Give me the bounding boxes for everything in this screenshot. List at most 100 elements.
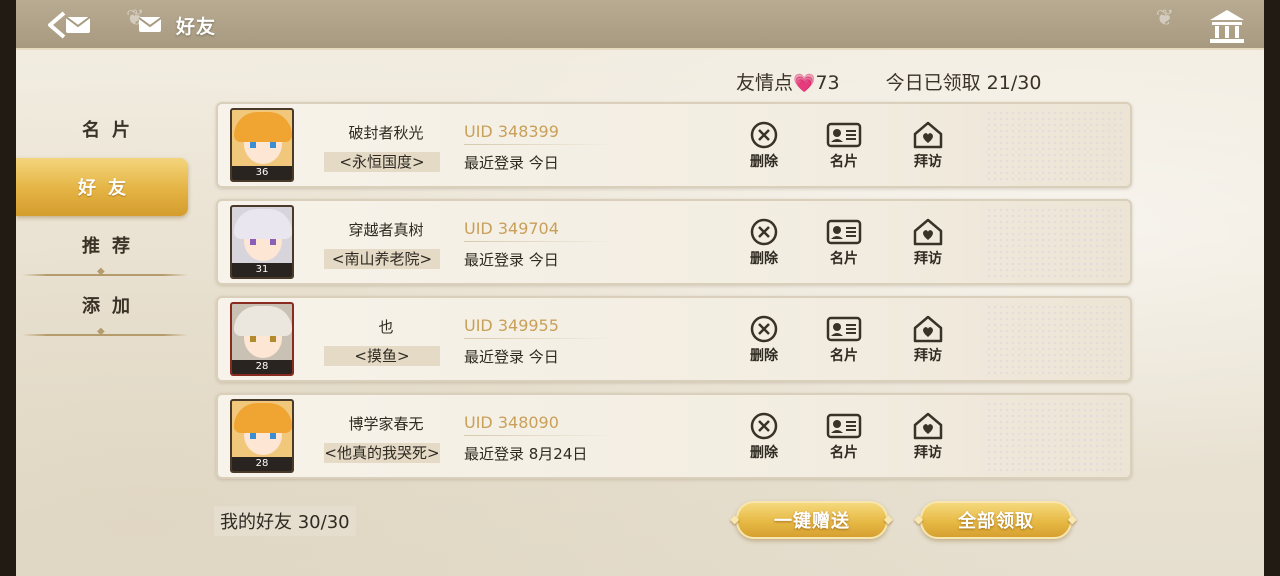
friend-uid: UID 348090 (464, 413, 559, 432)
heart-icon: 💗 (793, 73, 816, 94)
level-badge: 31 (232, 263, 292, 277)
home-heart-icon (913, 121, 943, 149)
level-badge: 36 (232, 166, 292, 180)
card-button[interactable]: 名片 (822, 314, 866, 365)
delete-button[interactable]: 删除 (742, 217, 786, 268)
friendship-status: 友情点💗73 今日已领取 21/30 (736, 68, 1041, 95)
avatar-eyes (250, 239, 276, 245)
visit-button[interactable]: 拜访 (906, 314, 950, 365)
avatar-hair (234, 306, 292, 336)
delete-button[interactable]: 删除 (742, 120, 786, 171)
avatar-eyes (250, 433, 276, 439)
sidebar-item-add[interactable]: 添加 (16, 276, 196, 334)
home-heart-icon (913, 412, 943, 440)
visit-button[interactable]: 拜访 (906, 217, 950, 268)
claim-all-button[interactable]: 全部领取 (914, 501, 1078, 539)
send-all-button[interactable]: 一键赠送 (730, 501, 894, 539)
back-button[interactable] (44, 8, 96, 42)
back-arrow-icon (48, 11, 91, 39)
friend-uid: UID 349955 (464, 316, 559, 335)
divider (464, 338, 616, 339)
mail-icon (138, 17, 162, 32)
ornament-icon: ❦ (1155, 6, 1174, 31)
sidebar: 名片 好友 推荐 添加 (16, 100, 196, 337)
visit-label: 拜访 (914, 445, 942, 461)
close-circle-icon (750, 412, 778, 440)
id-card-icon (826, 316, 862, 342)
avatar-eyes (250, 336, 276, 342)
friend-name: 穿越者真树 (348, 221, 424, 239)
id-card-icon (826, 219, 862, 245)
card-button[interactable]: 名片 (822, 120, 866, 171)
top-bar: ❦ ❦ 好友 (16, 0, 1264, 50)
divider (22, 326, 188, 337)
home-button[interactable] (1206, 8, 1248, 44)
friend-name: 破封者秋光 (348, 124, 424, 142)
avatar[interactable]: 31 (230, 205, 294, 279)
avatar-hair (234, 209, 292, 239)
guild-name: <他真的我哭死> (324, 443, 440, 463)
page-title: 好友 (176, 16, 217, 38)
divider (464, 144, 616, 145)
level-badge: 28 (232, 457, 292, 471)
delete-label: 删除 (750, 251, 778, 267)
card-button[interactable]: 名片 (822, 217, 866, 268)
delete-label: 删除 (750, 154, 778, 170)
close-circle-icon (750, 121, 778, 149)
close-circle-icon (750, 315, 778, 343)
last-login: 最近登录 今日 (464, 251, 559, 269)
delete-button[interactable]: 删除 (742, 411, 786, 462)
list-item: 31 穿越者真树 <南山养老院> UID 349704 最近登录 今日 删除 名… (216, 199, 1132, 285)
delete-label: 删除 (750, 445, 778, 461)
guild-name: <永恒国度> (324, 152, 440, 172)
home-heart-icon (913, 218, 943, 246)
friend-name: 博学家春无 (348, 415, 424, 433)
last-login: 最近登录 今日 (464, 348, 559, 366)
friend-count: 我的好友 30/30 (214, 506, 356, 536)
list-item: 36 破封者秋光 <永恒国度> UID 348399 最近登录 今日 删除 名片… (216, 102, 1132, 188)
last-login: 最近登录 今日 (464, 154, 559, 172)
visit-label: 拜访 (914, 348, 942, 364)
left-border (0, 0, 16, 576)
list-item: 28 博学家春无 <他真的我哭死> UID 348090 最近登录 8月24日 … (216, 393, 1132, 479)
friendship-label: 友情点 (736, 72, 794, 94)
card-label: 名片 (830, 445, 858, 461)
guild-name: <南山养老院> (324, 249, 440, 269)
visit-label: 拜访 (914, 251, 942, 267)
card-label: 名片 (830, 154, 858, 170)
avatar[interactable]: 28 (230, 399, 294, 473)
visit-button[interactable]: 拜访 (906, 411, 950, 462)
guild-name: <摸鱼> (324, 346, 440, 366)
list-item: 28 也 <摸鱼> UID 349955 最近登录 今日 删除 名片 拜访 (216, 296, 1132, 382)
friend-uid: UID 348399 (464, 122, 559, 141)
delete-button[interactable]: 删除 (742, 314, 786, 365)
visit-button[interactable]: 拜访 (906, 120, 950, 171)
divider (464, 435, 616, 436)
sidebar-item-friends[interactable]: 好友 (16, 158, 188, 216)
card-label: 名片 (830, 251, 858, 267)
level-badge: 28 (232, 360, 292, 374)
friends-panel: ❦ ❦ 好友 友情点💗73 今日已领取 21/30 名片 好友 推荐 ◆ 添加 … (16, 0, 1264, 576)
avatar-eyes (250, 142, 276, 148)
divider (464, 241, 616, 242)
sidebar-item-recommend[interactable]: 推荐 (16, 216, 196, 274)
avatar[interactable]: 28 (230, 302, 294, 376)
close-circle-icon (750, 218, 778, 246)
home-heart-icon (913, 315, 943, 343)
card-button[interactable]: 名片 (822, 411, 866, 462)
last-login: 最近登录 8月24日 (464, 445, 588, 463)
avatar[interactable]: 36 (230, 108, 294, 182)
friendship-value: 73 (815, 72, 840, 94)
id-card-icon (826, 413, 862, 439)
avatar-hair (234, 112, 292, 142)
friendship-points: 友情点💗73 (736, 68, 840, 95)
right-border (1264, 0, 1280, 576)
claimed-today: 今日已领取 21/30 (885, 72, 1042, 94)
id-card-icon (826, 122, 862, 148)
friend-list: 36 破封者秋光 <永恒国度> UID 348399 最近登录 今日 删除 名片… (216, 102, 1132, 490)
sidebar-item-card[interactable]: 名片 (16, 100, 196, 158)
friend-uid: UID 349704 (464, 219, 559, 238)
visit-label: 拜访 (914, 154, 942, 170)
friend-name: 也 (378, 318, 394, 336)
delete-label: 删除 (750, 348, 778, 364)
